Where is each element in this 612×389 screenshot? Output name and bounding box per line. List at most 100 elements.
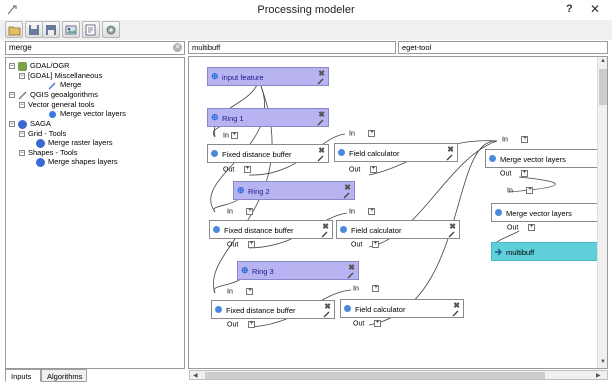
port-out[interactable]: Out + [353, 320, 382, 327]
algorithm-icon [344, 305, 351, 312]
port-in[interactable]: In + [502, 136, 529, 143]
scroll-left-icon[interactable]: ◀ [193, 372, 198, 379]
port-out[interactable]: Out + [349, 166, 378, 173]
node-ring-2[interactable]: ⊕ Ring 2 ✖ [233, 181, 355, 200]
edit-node-icon[interactable] [448, 230, 456, 238]
export-image-button[interactable] [62, 21, 80, 38]
node-input-feature[interactable]: ⊕ input feature ✖ [207, 67, 329, 86]
save-as-model-button[interactable] [42, 21, 60, 38]
node-fixed-distance-buffer-2[interactable]: Fixed distance buffer ✖ [209, 220, 333, 239]
tree-item-merge-raster-layers[interactable]: Merge raster layers [36, 138, 113, 148]
collapse-icon[interactable]: − [19, 131, 25, 138]
edit-node-icon[interactable] [317, 154, 325, 162]
tree-item-qgis-geoalgorithms[interactable]: − QGIS geoalgorithms [9, 90, 98, 100]
tab-inputs[interactable]: Inputs [5, 369, 41, 382]
node-merge-vector-layers-2[interactable]: Merge vector layers [491, 203, 599, 222]
node-output-multibuff[interactable]: multibuff [491, 242, 599, 261]
node-fixed-distance-buffer-3[interactable]: Fixed distance buffer ✖ [211, 300, 335, 319]
collapse-icon[interactable]: − [19, 150, 25, 157]
scroll-down-icon[interactable]: ▼ [600, 359, 606, 365]
search-input[interactable] [9, 43, 169, 52]
scroll-up-icon[interactable]: ▲ [600, 58, 606, 64]
port-in[interactable]: In + [507, 187, 534, 194]
collapse-icon[interactable]: − [9, 63, 15, 70]
open-model-button[interactable] [5, 21, 23, 38]
port-out[interactable]: Out + [507, 224, 536, 231]
tree-item-vector-general-tools[interactable]: − Vector general tools [19, 100, 94, 109]
algorithm-icon [48, 81, 57, 90]
window-title: Processing modeler [257, 4, 355, 16]
qgis-icon [18, 91, 27, 100]
port-in[interactable]: In + [223, 132, 238, 139]
close-button[interactable]: ✕ [590, 2, 600, 16]
node-fixed-distance-buffer-1[interactable]: Fixed distance buffer ✖ [207, 144, 329, 163]
algorithm-icon [36, 138, 45, 148]
vertical-scrollbar[interactable]: ▲ ▼ [597, 57, 607, 368]
collapse-icon[interactable]: − [9, 121, 15, 128]
folder-icon [8, 26, 21, 36]
tree-item-merge-vector-layers[interactable]: Merge vector layers [48, 109, 126, 119]
tree-item-gdal-miscellaneous[interactable]: − [GDAL] Miscellaneous [19, 71, 102, 80]
edit-node-icon[interactable] [317, 118, 325, 126]
port-out[interactable]: Out + [500, 170, 529, 177]
node-merge-vector-layers-1[interactable]: Merge vector layers [485, 149, 599, 168]
edit-help-button[interactable] [82, 21, 100, 38]
horizontal-scrollbar[interactable]: ◀ ▶ [189, 370, 608, 380]
collapse-icon[interactable]: − [19, 102, 25, 109]
port-out[interactable]: Out + [223, 166, 252, 173]
node-field-calculator-2[interactable]: Field calculator ✖ [336, 220, 460, 239]
port-in[interactable]: In + [349, 208, 376, 215]
tree-item-grid-tools[interactable]: − Grid - Tools [19, 129, 66, 138]
tab-algorithms[interactable]: Algorithms [41, 369, 87, 382]
model-group-field[interactable]: eget-tool [398, 41, 608, 54]
edit-node-icon[interactable] [343, 191, 351, 199]
node-field-calculator-3[interactable]: Field calculator ✖ [340, 299, 464, 318]
run-icon [106, 25, 116, 35]
title-bar: Processing modeler ? ✕ [0, 0, 612, 20]
algorithm-icon [48, 110, 57, 119]
tree-item-merge-shapes-layers[interactable]: Merge shapes layers [36, 157, 118, 167]
node-ring-3[interactable]: ⊕ Ring 3 ✖ [237, 261, 359, 280]
edit-node-icon[interactable] [347, 271, 355, 279]
saga-icon [18, 119, 27, 129]
port-in[interactable]: In + [227, 288, 254, 295]
collapse-icon[interactable]: − [9, 92, 15, 99]
port-in[interactable]: In + [349, 130, 376, 137]
collapse-icon[interactable]: − [19, 73, 25, 80]
tree-item-saga[interactable]: − SAGA [9, 119, 51, 129]
vertical-scroll-thumb[interactable] [599, 69, 607, 105]
edit-node-icon[interactable] [323, 310, 331, 318]
help-button[interactable]: ? [566, 3, 573, 15]
tree-item-shapes-tools[interactable]: − Shapes - Tools [19, 148, 77, 157]
edit-node-icon[interactable] [321, 230, 329, 238]
node-ring-1[interactable]: ⊕ Ring 1 ✖ [207, 108, 329, 127]
tree-item-merge[interactable]: Merge [48, 80, 81, 90]
algorithm-icon [489, 155, 496, 162]
port-in[interactable]: In + [227, 208, 254, 215]
scroll-right-icon[interactable]: ▶ [596, 372, 601, 379]
clear-search-icon[interactable]: ✕ [173, 43, 182, 52]
model-name-field[interactable]: multibuff [188, 41, 396, 54]
save-as-icon [46, 25, 56, 35]
run-model-button[interactable] [102, 21, 120, 38]
edit-node-icon[interactable] [446, 153, 454, 161]
port-out[interactable]: Out + [351, 241, 380, 248]
node-label: Ring 1 [222, 114, 244, 123]
port-in[interactable]: In + [353, 285, 380, 292]
algorithm-icon [340, 226, 347, 233]
port-out[interactable]: Out + [227, 321, 256, 328]
algorithm-icon [495, 209, 502, 216]
save-model-button[interactable] [25, 21, 43, 38]
edit-node-icon[interactable] [317, 77, 325, 85]
model-canvas[interactable]: ⊕ input feature ✖ ⊕ Ring 1 ✖ ⊕ Ring 2 ✖ … [188, 56, 608, 369]
tree-item-gdal-ogr[interactable]: − GDAL/OGR [9, 61, 70, 71]
edit-node-icon[interactable] [452, 309, 460, 317]
algorithm-search[interactable]: ✕ [5, 41, 185, 55]
node-field-calculator-1[interactable]: Field calculator ✖ [334, 143, 458, 162]
horizontal-scroll-thumb[interactable] [205, 372, 545, 379]
algorithm-icon [211, 150, 218, 157]
port-out[interactable]: Out + [227, 241, 256, 248]
node-label: Ring 2 [248, 187, 270, 196]
node-label: Ring 3 [252, 267, 274, 276]
export-image-icon [65, 25, 77, 35]
